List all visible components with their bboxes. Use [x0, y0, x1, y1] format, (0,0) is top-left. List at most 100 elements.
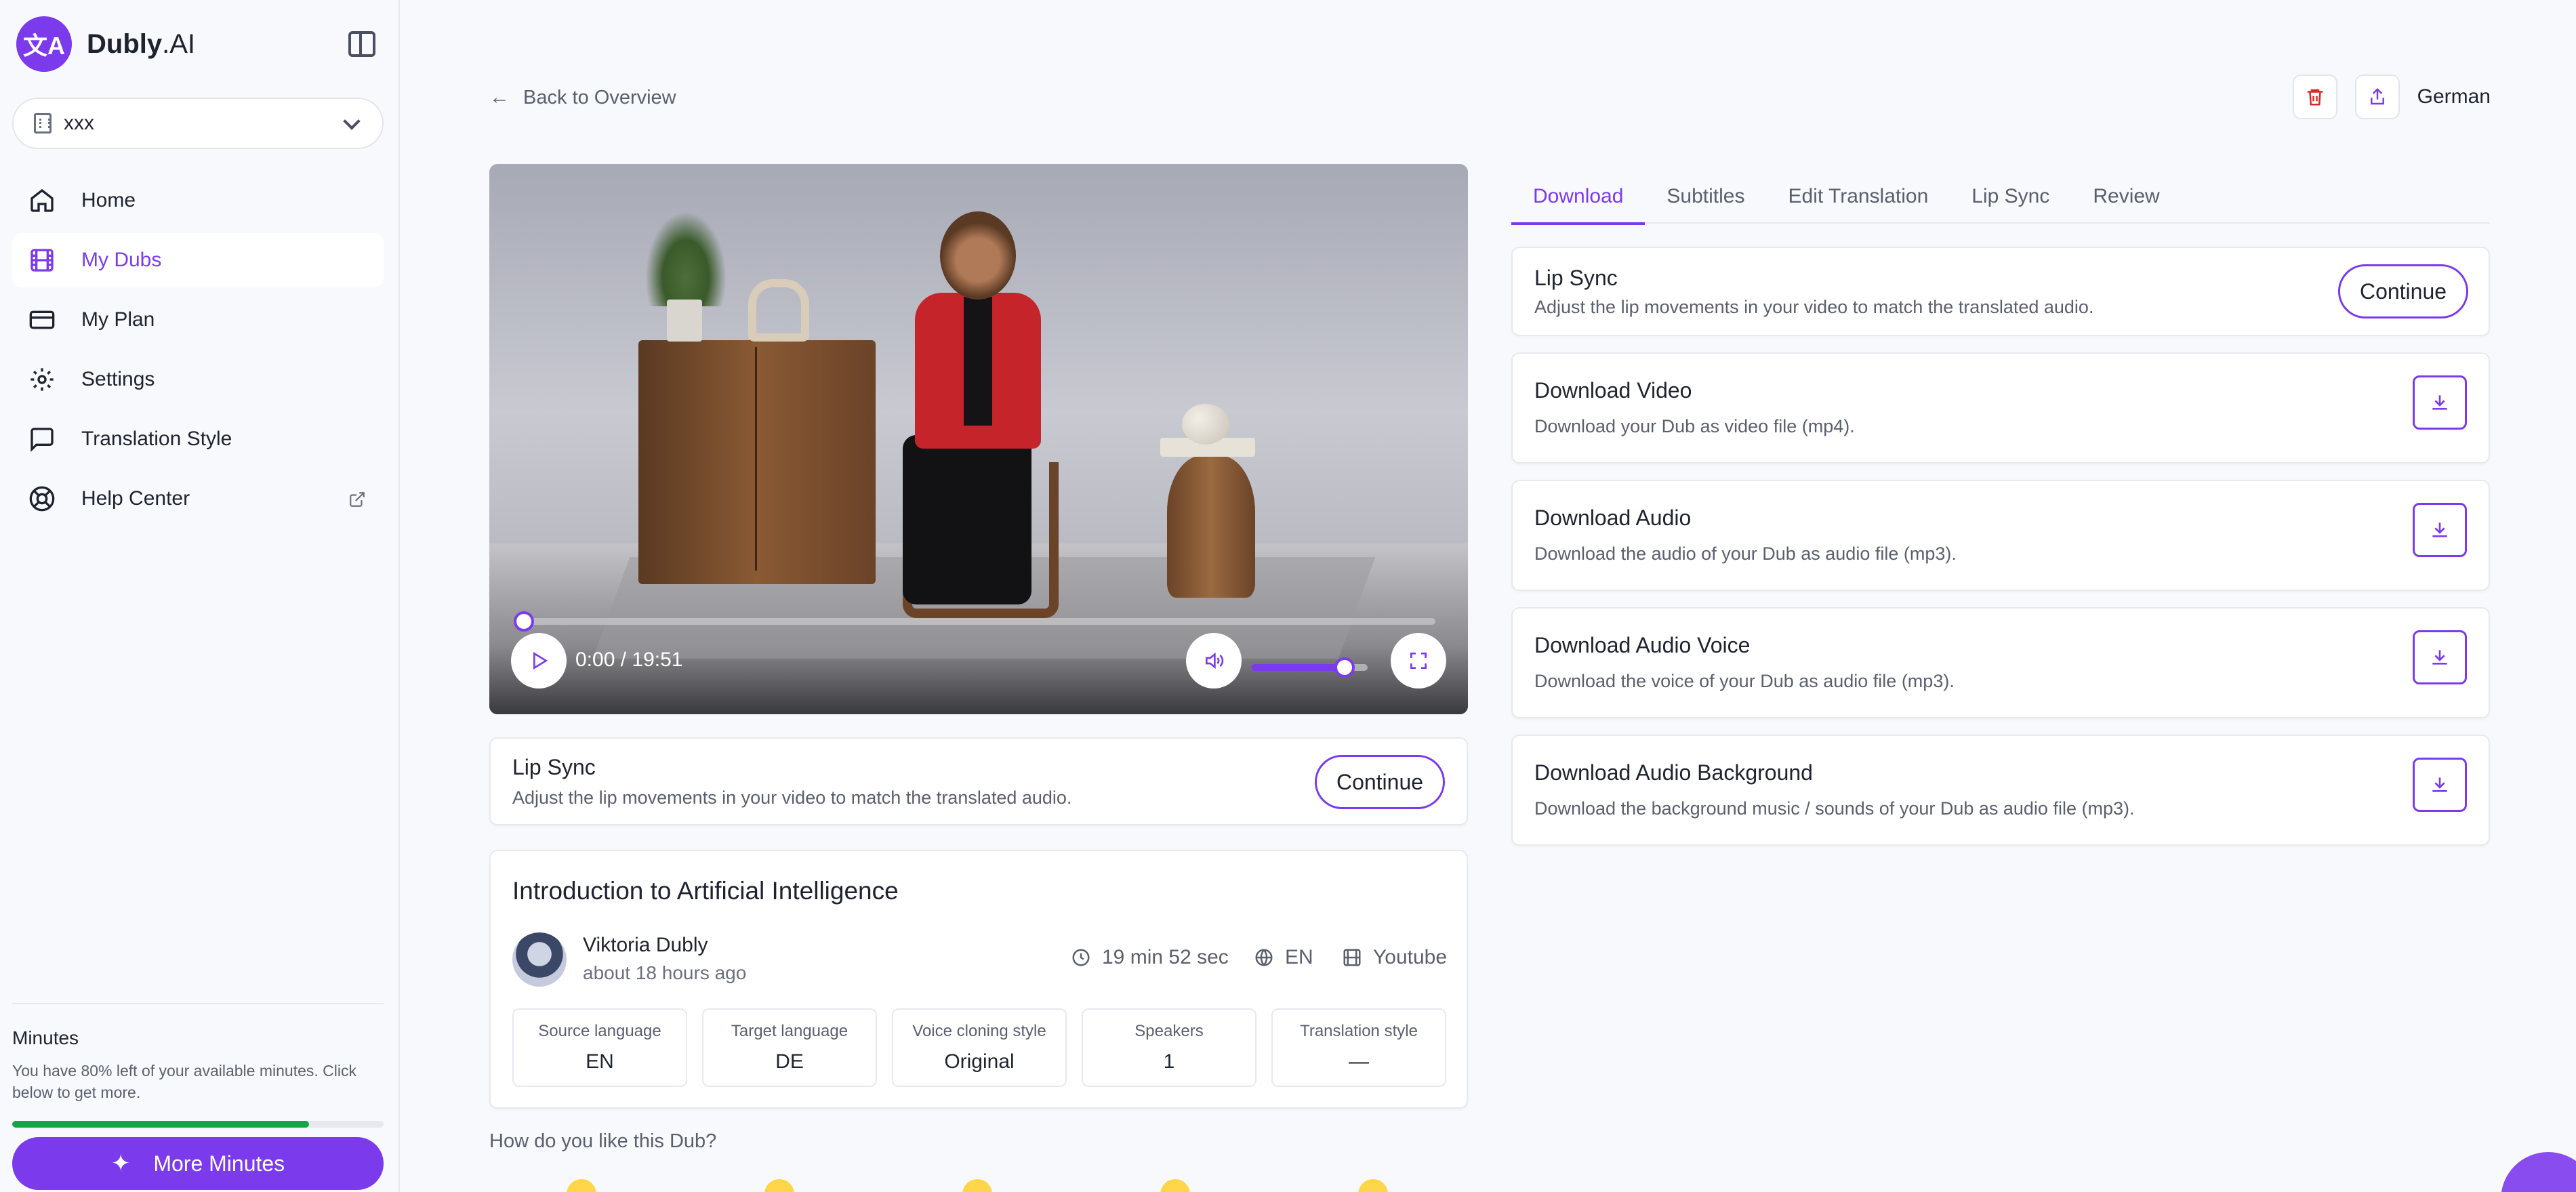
- lifebuoy-icon: [28, 485, 56, 512]
- lip-sync-title: Lip Sync: [512, 755, 596, 779]
- sidebar-item-my-dubs[interactable]: My Dubs: [12, 233, 384, 287]
- download-video-button[interactable]: [2413, 375, 2467, 430]
- stat-target-language: Target language DE: [702, 1008, 877, 1087]
- globe-icon: [1255, 949, 1273, 966]
- volume-icon: [1206, 652, 1224, 670]
- arrow-left-icon: ←: [489, 86, 510, 108]
- dub-info-card: Introduction to Artificial Intelligence …: [489, 850, 1468, 1109]
- stat-value: 1: [1163, 1050, 1175, 1073]
- minutes-progress-fill: [12, 1121, 310, 1128]
- gear-icon: [28, 366, 56, 393]
- download-video-card: Download Video Download your Dub as vide…: [1511, 352, 2490, 464]
- fullscreen-icon: [1410, 653, 1427, 669]
- video-frame-person-head: [940, 211, 1016, 300]
- download-audio-background-button[interactable]: [2413, 758, 2467, 812]
- lip-sync-panel-title: Lip Sync: [1534, 266, 1618, 290]
- volume-fill: [1251, 664, 1345, 671]
- more-minutes-button[interactable]: ✦ More Minutes: [12, 1137, 384, 1190]
- video-player[interactable]: 0:00 / 19:51: [489, 164, 1468, 714]
- volume-slider[interactable]: [1251, 657, 1368, 678]
- minutes-title: Minutes: [12, 1027, 79, 1048]
- download-audio-voice-card: Download Audio Voice Download the voice …: [1511, 607, 2490, 718]
- delete-button[interactable]: [2292, 75, 2337, 119]
- rating-emoji-1[interactable]: [567, 1179, 596, 1192]
- sidebar-item-help-center[interactable]: Help Center: [12, 472, 384, 526]
- video-frame-person-shirt: [964, 297, 992, 426]
- sidebar-item-settings[interactable]: Settings: [12, 352, 384, 407]
- video-frame-ball: [1182, 404, 1229, 445]
- sidebar-nav: Home My Dubs My Plan Settings Translatio…: [12, 173, 384, 531]
- stat-speakers: Speakers 1: [1082, 1008, 1256, 1087]
- back-label: Back to Overview: [523, 86, 676, 108]
- stat-translation-style: Translation style —: [1271, 1008, 1446, 1087]
- back-to-overview-link[interactable]: ← Back to Overview: [489, 84, 676, 111]
- tab-subtitles[interactable]: Subtitles: [1645, 169, 1766, 224]
- target-language-label: German: [2417, 85, 2491, 108]
- stat-value: EN: [586, 1050, 614, 1073]
- minutes-progress-bar: [12, 1121, 384, 1128]
- sidebar-toggle-icon[interactable]: [348, 31, 375, 57]
- tab-lip-sync[interactable]: Lip Sync: [1950, 169, 2071, 224]
- workspace-selector[interactable]: xxx: [12, 98, 384, 149]
- more-minutes-label: More Minutes: [153, 1151, 285, 1176]
- dub-title: Introduction to Artificial Intelligence: [512, 877, 899, 905]
- stat-value: —: [1349, 1050, 1369, 1073]
- download-title: Download Video: [1534, 378, 1692, 403]
- mute-button[interactable]: [1186, 633, 1242, 689]
- lip-sync-card: Lip Sync Adjust the lip movements in you…: [489, 737, 1468, 825]
- lip-sync-panel-continue-button[interactable]: Continue: [2338, 264, 2468, 318]
- sidebar-item-home[interactable]: Home: [12, 173, 384, 228]
- sidebar-item-translation-style[interactable]: Translation Style: [12, 412, 384, 466]
- play-button[interactable]: [511, 633, 567, 689]
- clock-icon: [1072, 949, 1090, 966]
- sidebar-item-my-plan[interactable]: My Plan: [12, 293, 384, 347]
- download-audio-voice-button[interactable]: [2413, 630, 2467, 684]
- video-frame-vase: [748, 279, 809, 342]
- stat-voice-cloning-style: Voice cloning style Original: [892, 1008, 1067, 1087]
- download-icon: [2432, 522, 2447, 537]
- video-frame-cabinet-line: [755, 347, 757, 571]
- minutes-panel: Minutes You have 80% left of your availa…: [12, 1003, 384, 1190]
- film-icon: [28, 247, 56, 274]
- tab-edit-translation[interactable]: Edit Translation: [1767, 169, 1950, 224]
- fullscreen-button[interactable]: [1391, 633, 1446, 689]
- lip-sync-continue-button[interactable]: Continue: [1315, 755, 1445, 809]
- sidebar-item-label: Settings: [81, 368, 155, 390]
- chat-bubble-icon: [28, 426, 56, 453]
- rating-emoji-5[interactable]: [1358, 1179, 1388, 1192]
- building-icon: [34, 113, 52, 133]
- rating-emoji-4[interactable]: [1160, 1179, 1190, 1192]
- video-seek-bar[interactable]: [514, 611, 1435, 632]
- dub-tabs: Download Subtitles Edit Translation Lip …: [1511, 169, 2490, 225]
- rating-emoji-3[interactable]: [962, 1179, 992, 1192]
- stat-label: Speakers: [1134, 1022, 1204, 1040]
- share-icon: [2370, 87, 2384, 105]
- avatar: [512, 932, 567, 987]
- author-name: Viktoria Dubly: [583, 934, 708, 956]
- sidebar-item-label: Help Center: [81, 487, 190, 510]
- sidebar-item-label: My Plan: [81, 308, 155, 331]
- brand: 文A Dubly.AI: [16, 16, 382, 72]
- share-button[interactable]: [2354, 75, 2400, 119]
- stat-label: Source language: [538, 1022, 661, 1040]
- rating-question: How do you like this Dub?: [489, 1130, 717, 1152]
- rating-emoji-2[interactable]: [764, 1179, 794, 1192]
- tab-download[interactable]: Download: [1511, 169, 1645, 225]
- download-audio-button[interactable]: [2413, 503, 2467, 557]
- video-time: 0:00 / 19:51: [575, 649, 683, 671]
- help-widget-button[interactable]: [2501, 1152, 2576, 1192]
- stat-label: Translation style: [1300, 1022, 1418, 1040]
- lip-sync-panel-card: Lip Sync Adjust the lip movements in you…: [1511, 247, 2490, 336]
- stat-value: Original: [944, 1050, 1015, 1073]
- chevron-down-icon: [343, 112, 361, 130]
- lip-sync-panel-desc: Adjust the lip movements in your video t…: [1534, 297, 2094, 317]
- download-icon: [2432, 650, 2447, 665]
- tab-review[interactable]: Review: [2071, 169, 2181, 224]
- minutes-text: You have 80% left of your available minu…: [12, 1062, 356, 1101]
- download-icon: [2432, 777, 2447, 792]
- video-seek-handle[interactable]: [514, 611, 534, 632]
- sparkle-icon: ✦: [110, 1151, 131, 1176]
- volume-handle[interactable]: [1334, 657, 1355, 678]
- stat-source-language: Source language EN: [512, 1008, 687, 1087]
- download-title: Download Audio Voice: [1534, 633, 1751, 657]
